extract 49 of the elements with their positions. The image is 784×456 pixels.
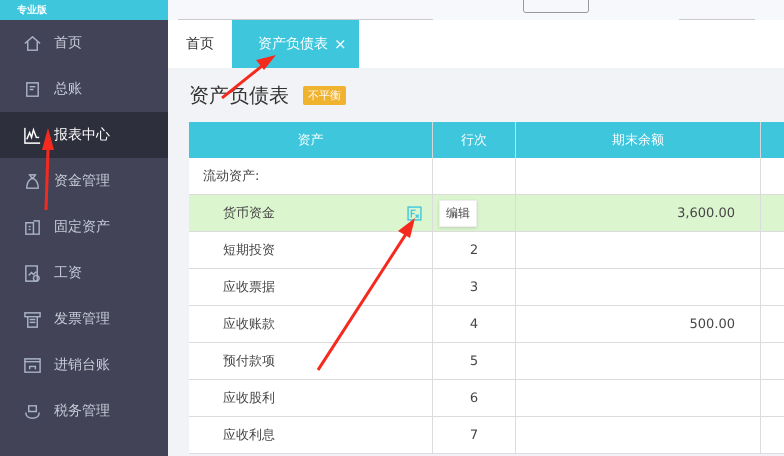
table-cell-text: 应收票据 (222, 279, 275, 296)
document-icon (23, 264, 42, 282)
section-label: 流动资产: (203, 168, 260, 185)
table-row[interactable]: 货币资金 编辑 3,600.00 (189, 195, 784, 232)
table-cell: 4 (470, 316, 478, 332)
table-cell-text: 应收股利 (222, 390, 275, 407)
table-cell-text: 预付款项 (222, 353, 275, 370)
table-cell: 5 (470, 354, 478, 368)
sidebar-item[interactable]: 固定资产 (0, 204, 168, 250)
sidebar-item[interactable]: 工资 (0, 250, 168, 296)
table-row[interactable]: 应收票据 3 (189, 269, 784, 306)
formula-edit-icon[interactable] (407, 206, 422, 220)
column-header: 资产 (189, 122, 433, 158)
sidebar-item[interactable]: 首页 (0, 20, 168, 66)
line-chart-icon (23, 126, 42, 144)
table-cell: 7 (470, 428, 478, 442)
column-header: 行次 (433, 122, 516, 158)
table-cell-text: 短期投资 (222, 242, 275, 259)
column-header: 期末余额 (516, 122, 761, 158)
tooltip: 编辑 (439, 200, 477, 226)
home-icon (23, 34, 42, 52)
table-row[interactable]: 应收股利 6 (189, 380, 784, 417)
building-icon (23, 218, 42, 236)
sidebar-item[interactable]: 报表中心 (0, 112, 168, 158)
table-cell-text: 应收利息 (222, 427, 275, 444)
table-row[interactable]: 应收利息 7 (189, 417, 784, 454)
table-cell: 3 (470, 280, 478, 294)
table-cell: 2 (470, 242, 478, 258)
sidebar-item[interactable]: 税务管理 (0, 388, 168, 434)
tab[interactable]: 首页 (168, 20, 232, 68)
table-row[interactable]: 应收账款 4 500.00 (189, 306, 784, 343)
money-bag-icon (23, 172, 42, 190)
status-badge: 不平衡 (303, 86, 346, 104)
sidebar-item[interactable]: 资金管理 (0, 158, 168, 204)
edition-label: 专业版 (17, 4, 47, 17)
invoice-icon (23, 310, 42, 328)
sidebar-item[interactable]: 总账 (0, 66, 168, 112)
sidebar-item[interactable]: 发票管理 (0, 296, 168, 342)
table-cell: 3,600.00 (677, 206, 735, 220)
table-row[interactable]: 短期投资 2 (189, 232, 784, 269)
table-cell-text: 货币资金 (222, 205, 275, 222)
table-cell: 500.00 (690, 316, 735, 332)
table-cell-text: 应收账款 (222, 316, 275, 333)
toolbar-button[interactable] (523, 0, 589, 13)
table-cell: 6 (470, 390, 478, 406)
sidebar-item[interactable]: 进销台账 (0, 342, 168, 388)
board-icon (23, 356, 42, 374)
receipt-icon (23, 80, 42, 98)
table-row[interactable]: 预付款项 5 (189, 343, 784, 380)
